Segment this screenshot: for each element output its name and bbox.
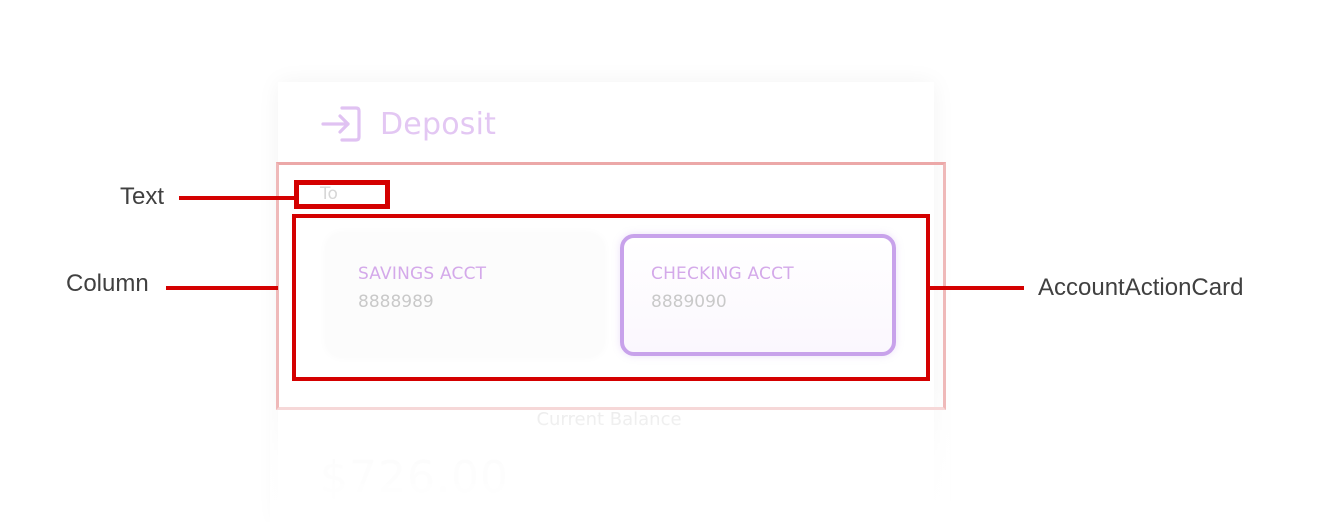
sign-in-icon: [321, 106, 361, 142]
balance-label: Current Balance: [536, 409, 682, 430]
account-card-annotation-label: AccountActionCard: [1038, 274, 1244, 301]
balance-amount: $726.00: [320, 452, 509, 503]
text-annotation-label: Text: [120, 183, 165, 210]
text-highlight-box: [294, 180, 390, 209]
deposit-header: Deposit: [320, 104, 496, 144]
page-title: Deposit: [380, 106, 497, 142]
text-leader-line: [179, 196, 296, 200]
column-leader-line: [166, 286, 278, 290]
column-annotation-label: Column: [66, 270, 149, 297]
account-card-leader-line: [928, 286, 1024, 290]
account-card-highlight-box: [292, 214, 930, 381]
